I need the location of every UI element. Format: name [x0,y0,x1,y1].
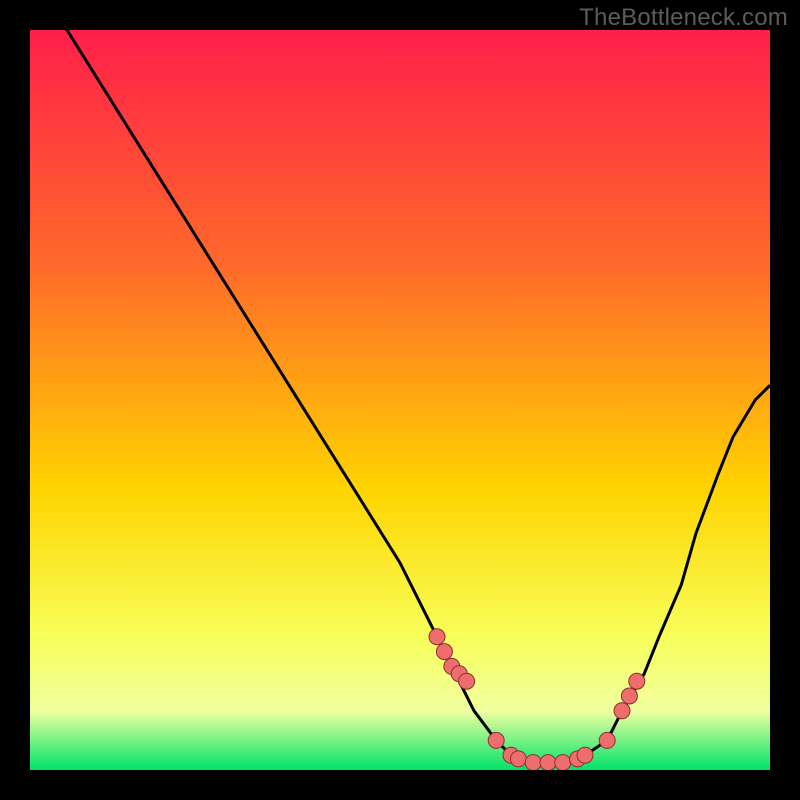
sample-point-marker [621,688,637,704]
sample-point-marker [488,732,504,748]
sample-point-marker [510,751,526,767]
chart-background-gradient [30,30,770,770]
sample-point-marker [577,747,593,763]
sample-point-marker [614,703,630,719]
chart-frame: TheBottleneck.com [0,0,800,800]
sample-point-marker [629,673,645,689]
watermark-text: TheBottleneck.com [579,4,788,32]
chart-svg [30,30,770,770]
sample-point-marker [540,755,556,770]
sample-point-marker [429,629,445,645]
sample-point-marker [599,732,615,748]
sample-point-marker [525,755,541,770]
sample-point-marker [459,673,475,689]
sample-point-marker [555,755,571,770]
sample-point-marker [436,644,452,660]
chart-plot-area [30,30,770,770]
